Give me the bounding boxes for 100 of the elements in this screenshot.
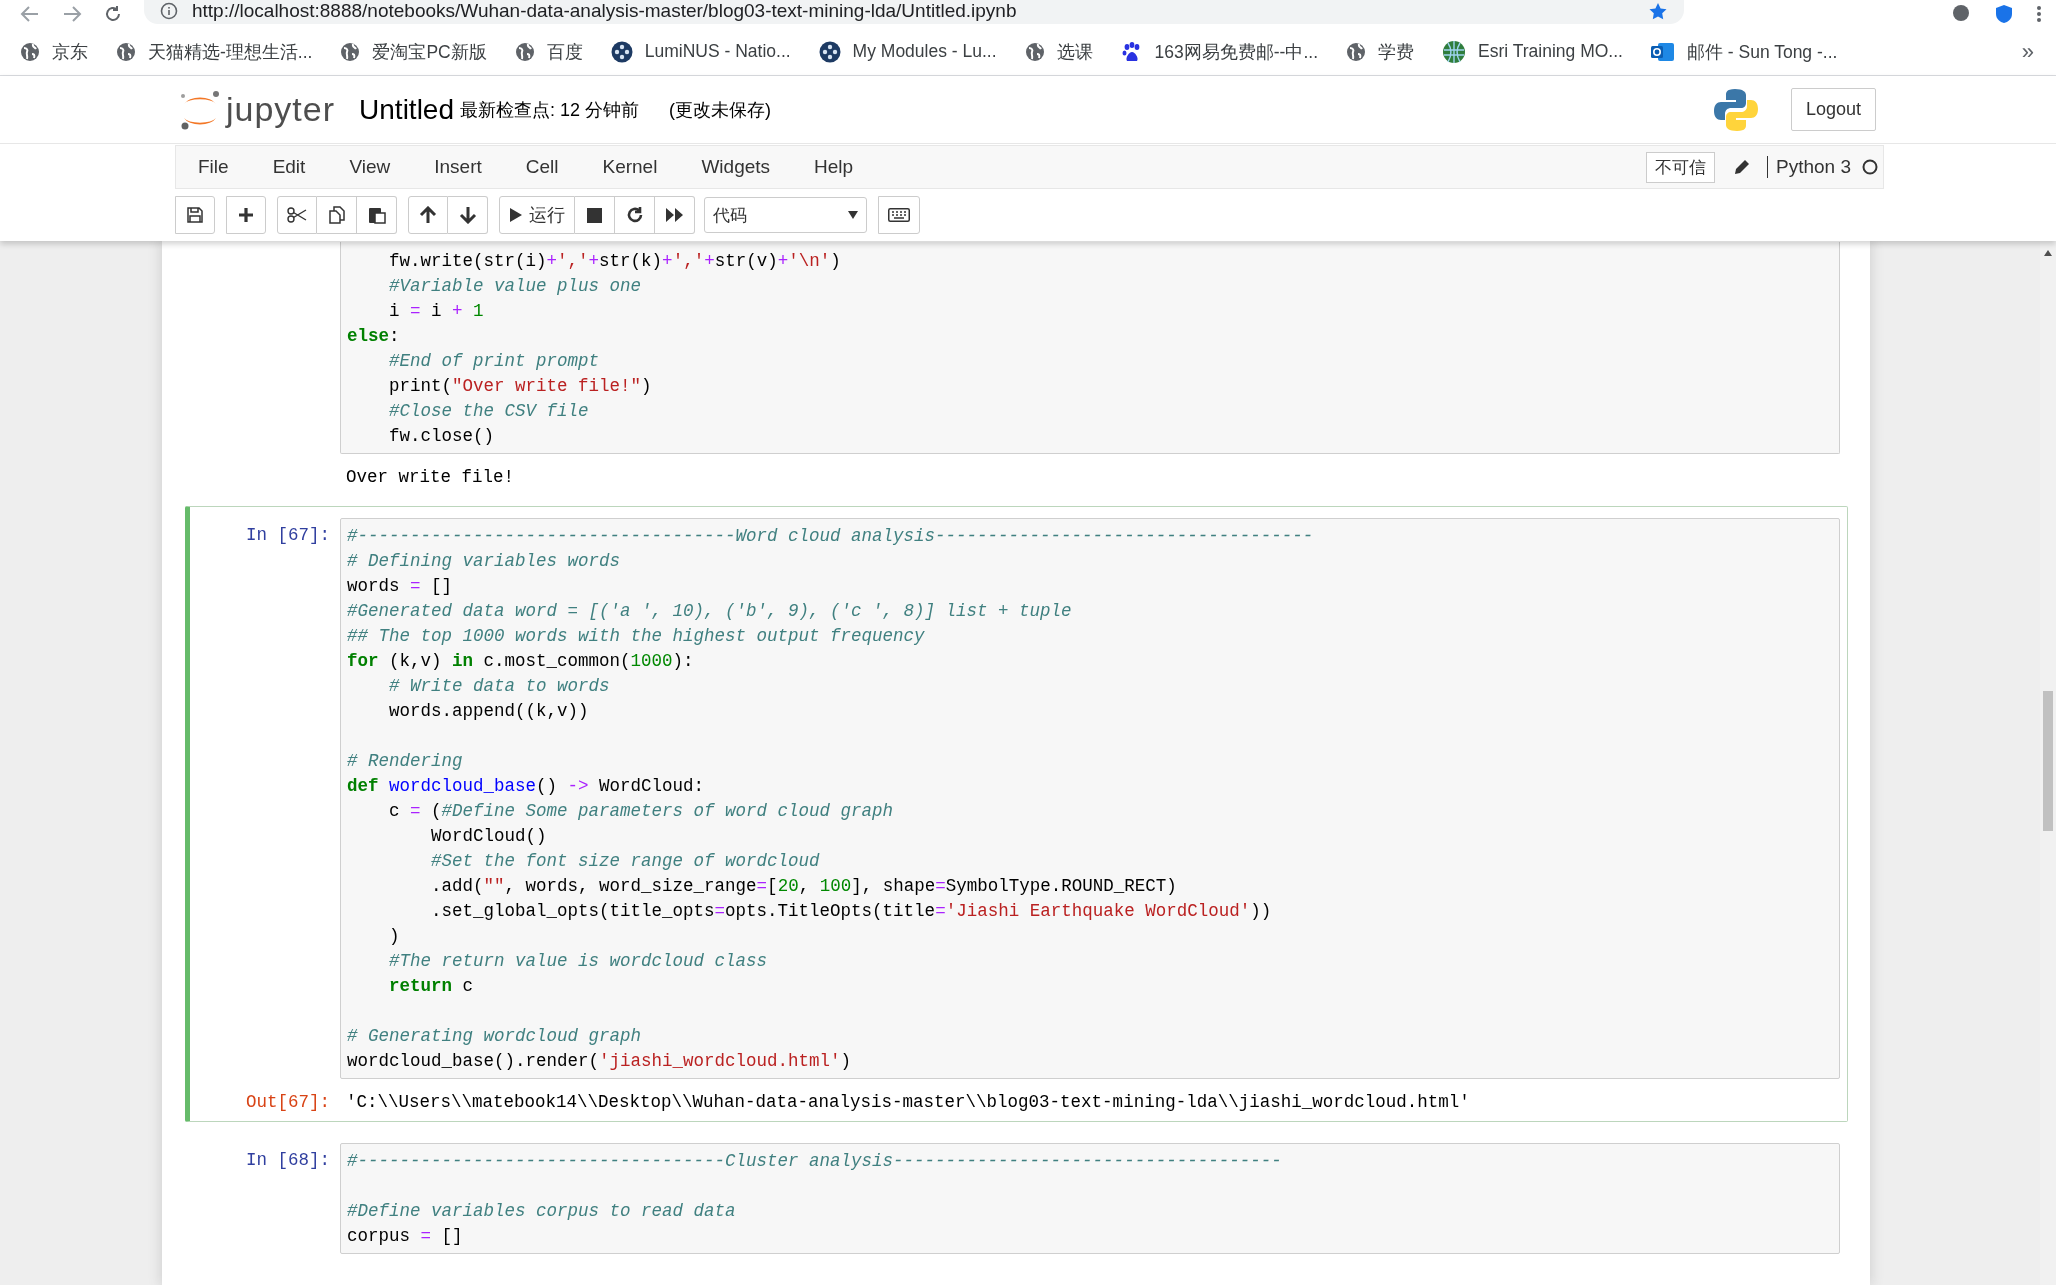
keyboard-icon xyxy=(888,208,910,222)
dotted-circle-icon xyxy=(818,40,841,63)
code-line: .set_global_opts(title_opts=opts.TitleOpts(title='Jiashi Earthquake WordCloud')) xyxy=(430,900,1273,923)
code-line: WordCloud() xyxy=(430,825,548,848)
code-line: wordcloud_base().render('jiashi_wordcloud.html') xyxy=(347,1050,853,1073)
star-icon[interactable] xyxy=(1648,2,1668,20)
paste-icon xyxy=(367,206,386,224)
menu-item[interactable]: File xyxy=(176,156,251,178)
add-cell-button[interactable] xyxy=(226,196,266,234)
save-button[interactable] xyxy=(175,196,215,234)
globe-icon xyxy=(1346,41,1366,62)
move-up-button[interactable] xyxy=(408,196,448,234)
menu-item[interactable]: Help xyxy=(792,156,876,178)
copy-icon xyxy=(327,206,346,224)
copy-button[interactable] xyxy=(317,196,357,234)
jupyter-wordmark: jupyter xyxy=(226,90,336,129)
move-down-button[interactable] xyxy=(448,196,488,234)
bookmark[interactable]: 天猫精选-理想生活... xyxy=(116,39,313,64)
notebook-name[interactable]: Untitled xyxy=(359,93,454,126)
url-text: http://localhost:8888/notebooks/Wuhan-data-analysis-master/blog03-text-mining-lda/Untitled.ipynb xyxy=(192,0,1017,22)
caret-icon xyxy=(848,211,858,219)
code-line: #End of print prompt xyxy=(388,350,601,373)
bookmark[interactable]: 选课 xyxy=(1024,39,1093,64)
cut-button[interactable] xyxy=(277,196,317,234)
code-line: fw.close() xyxy=(388,425,496,448)
menu-item[interactable]: Cell xyxy=(503,156,581,178)
code-line: return c xyxy=(388,975,475,998)
code-cell[interactable]: fw.write(str(i)+','+str(k)+','+str(v)+'\n') #Variable value plus one i = i + 1 else: #End of print prompt print("Over write file!") #Close the CSV file fw.close() Over write file! xyxy=(185,241,1848,497)
menu-item[interactable]: Widgets xyxy=(679,156,793,178)
logout-button[interactable]: Logout xyxy=(1790,88,1876,131)
scrollbar-thumb[interactable] xyxy=(2043,691,2053,831)
restart-button[interactable] xyxy=(615,196,655,234)
globe-icon xyxy=(116,41,136,62)
globe-icon xyxy=(1024,41,1045,62)
trust-button[interactable]: 不可信 xyxy=(1646,151,1715,183)
code-line: fw.write(str(i)+','+str(k)+','+str(v)+'\n') xyxy=(388,250,842,273)
cell-type-dropdown[interactable]: 代码 xyxy=(704,197,867,233)
info-icon xyxy=(160,2,178,20)
scroll-up-icon[interactable] xyxy=(2043,249,2053,257)
menu-icon[interactable] xyxy=(2036,5,2042,23)
bookmark[interactable]: 京东 xyxy=(20,39,88,64)
bookmark[interactable]: LumiNUS - Natio... xyxy=(610,40,791,63)
bookmark[interactable]: 百度 xyxy=(514,39,583,64)
stop-button[interactable] xyxy=(575,196,615,234)
code-cell[interactable]: In [68]: #-----------------------------------Cluster analysis------------------------------------- #Define variables corpus to read data corpus = [] xyxy=(185,1131,1848,1261)
menu-item[interactable]: View xyxy=(327,156,413,178)
code-line: else: xyxy=(347,325,401,348)
kernel-name: Python 3 xyxy=(1767,156,1851,178)
menu-item[interactable]: Insert xyxy=(412,156,504,178)
bookmark[interactable]: 爱淘宝PC新版 xyxy=(340,39,487,64)
extension-icon[interactable] xyxy=(1950,5,1972,23)
bookmark[interactable]: My Modules - Lu... xyxy=(818,40,997,63)
code-editor[interactable]: #-----------------------------------Cluster analysis------------------------------------- #Define variables corpus to read data corpus = [] xyxy=(340,1143,1840,1254)
menu-item[interactable]: Edit xyxy=(250,156,328,178)
run-all-button[interactable] xyxy=(655,196,695,234)
code-line: print("Over write file!") xyxy=(388,375,653,398)
menu-item[interactable]: Kernel xyxy=(580,156,680,178)
arrow-down-icon xyxy=(458,206,477,224)
paste-button[interactable] xyxy=(357,196,397,234)
output-text: 'C:\\Users\\matebook14\\Desktop\\Wuhan-data-analysis-master\\blog03-text-mining-lda\\jiashi_wordcloud.html' xyxy=(345,1091,1471,1114)
bookmark[interactable]: 邮件 - Sun Tong -... xyxy=(1650,39,1838,64)
forward-icon[interactable] xyxy=(62,5,82,23)
stop-icon xyxy=(587,207,602,223)
output-text: Over write file! xyxy=(345,466,516,489)
bookmarks-overflow-button[interactable]: » xyxy=(2021,38,2034,65)
checkpoint-status: 最新检查点: 12 分钟前 xyxy=(460,98,640,122)
code-line: #Close the CSV file xyxy=(388,400,590,423)
selected-code-cell[interactable] xyxy=(185,506,1848,1122)
keyboard-shortcuts-button[interactable] xyxy=(878,196,920,234)
play-icon xyxy=(509,207,523,223)
code-line: # Write data to words xyxy=(388,675,611,698)
plus-icon xyxy=(238,207,254,223)
code-line: ## The top 1000 words with the highest output frequency xyxy=(347,625,926,648)
autosave-status: (更改未保存) xyxy=(669,98,772,122)
bookmark[interactable]: 学费 xyxy=(1346,39,1414,64)
kernel-status-icon xyxy=(1861,158,1879,176)
code-editor[interactable]: fw.write(str(i)+','+str(k)+','+str(v)+'\n') #Variable value plus one i = i + 1 else: #End of print prompt print("Over write file!") #Close the CSV file fw.close() xyxy=(340,242,1840,454)
globe-icon xyxy=(514,41,535,62)
input-prompt: In [67]: xyxy=(245,524,331,547)
code-line: corpus = [] xyxy=(347,1225,464,1248)
python-logo-icon xyxy=(1712,86,1759,133)
bookmark[interactable]: Esri Training MO... xyxy=(1442,39,1623,64)
back-icon[interactable] xyxy=(20,5,40,23)
code-line: i = i + 1 xyxy=(388,300,485,323)
code-line: #Set the font size range of wordcloud xyxy=(430,850,821,873)
mail-icon xyxy=(1650,40,1675,63)
code-editor[interactable] xyxy=(340,518,1840,1079)
reload-icon[interactable] xyxy=(104,5,122,23)
output-prompt: Out[67]: xyxy=(245,1091,331,1114)
run-button[interactable]: 运行 xyxy=(499,196,575,234)
code-line: c = (#Define Some parameters of word cloud graph xyxy=(388,800,895,823)
address-field[interactable]: http://localhost:8888/notebooks/Wuhan-data-analysis-master/blog03-text-mining-lda/Untitled.ipynb xyxy=(144,0,1684,24)
code-line: # Generating wordcloud graph xyxy=(347,1025,643,1048)
shield-icon[interactable] xyxy=(1994,5,2014,23)
arrow-up-icon xyxy=(419,206,437,224)
code-line: for (k,v) in c.most_common(1000): xyxy=(347,650,695,673)
edit-icon[interactable] xyxy=(1733,158,1751,176)
code-line: ) xyxy=(388,925,401,948)
bookmark[interactable]: 163网易免费邮--中... xyxy=(1120,39,1318,64)
code-line: .add("", words, word_size_range=[20, 100], shape=SymbolType.ROUND_RECT) xyxy=(430,875,1178,898)
